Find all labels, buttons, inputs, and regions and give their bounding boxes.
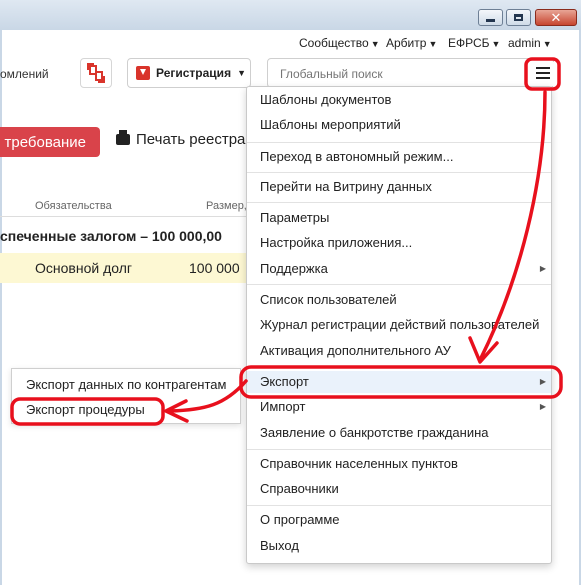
menu-item-label: Параметры: [260, 210, 330, 225]
column-header-obligation[interactable]: Обязательства: [35, 200, 112, 212]
efrsb-link-label: ЕФРСБ: [448, 36, 490, 50]
menu-item-offline-mode[interactable]: Переход в автономный режим...: [247, 146, 551, 168]
user-menu-link[interactable]: admin ▼: [508, 36, 552, 50]
print-registry-button[interactable]: Печать реестра: [116, 130, 246, 148]
maximize-icon: [514, 14, 523, 21]
search-input[interactable]: [278, 59, 522, 89]
menu-item-support[interactable]: Поддержка ▶: [247, 258, 551, 280]
menu-item-label: Список пользователей: [260, 292, 397, 307]
chevron-right-icon: ▶: [539, 264, 546, 273]
submenu-item-export-procedure[interactable]: Экспорт процедуры: [12, 399, 240, 421]
menu-item-document-templates[interactable]: Шаблоны документов: [247, 89, 551, 111]
menu-item-label: Перейти на Витрину данных: [260, 179, 432, 194]
demand-button-label: требование: [4, 133, 86, 151]
menu-item-label: Шаблоны документов: [260, 92, 392, 107]
menu-item-user-action-log[interactable]: Журнал регистрации действий пользователе…: [247, 314, 551, 336]
menu-item-user-list[interactable]: Список пользователей: [247, 289, 551, 311]
menu-item-label: Настройка приложения...: [260, 235, 413, 250]
notifications-tab-label[interactable]: омлений: [0, 67, 49, 81]
registration-button[interactable]: Регистрация ▼: [127, 58, 251, 88]
arbiter-link[interactable]: Арбитр ▼: [386, 36, 437, 50]
arbiter-link-label: Арбитр: [386, 36, 427, 50]
menu-item-export[interactable]: Экспорт ▶: [247, 371, 551, 393]
table-group-title: спеченные залогом – 100 000,00: [0, 228, 222, 244]
menu-divider: [247, 284, 551, 285]
hamburger-icon: [536, 67, 550, 69]
user-menu-label: admin: [508, 36, 541, 50]
window-titlebar: ✕: [0, 0, 581, 30]
export-submenu: Экспорт данных по контрагентам Экспорт п…: [11, 368, 241, 424]
chevron-down-icon: ▼: [237, 68, 246, 78]
community-link-label: Сообщество: [299, 36, 369, 50]
main-menu-dropdown: Шаблоны документов Шаблоны мероприятий П…: [246, 86, 552, 564]
menu-divider: [247, 172, 551, 173]
close-icon: ✕: [550, 10, 562, 25]
printer-icon: [116, 130, 130, 145]
menu-item-label: Экспорт: [260, 374, 309, 389]
menu-item-label: Активация дополнительного АУ: [260, 343, 451, 358]
cell-amount: 100 000: [189, 260, 240, 276]
demand-button[interactable]: требование: [0, 127, 100, 157]
menu-item-event-templates[interactable]: Шаблоны мероприятий: [247, 114, 551, 136]
menu-item-label: Справочник населенных пунктов: [260, 456, 458, 471]
menu-item-label: Заявление о банкротстве гражданина: [260, 425, 489, 440]
menu-item-app-settings[interactable]: Настройка приложения...: [247, 232, 551, 254]
menu-divider: [247, 449, 551, 450]
menu-item-label: Выход: [260, 538, 299, 553]
hamburger-icon-line: [536, 72, 550, 74]
chevron-down-icon: ▼: [428, 39, 438, 49]
menu-item-label: О программе: [260, 512, 340, 527]
global-search[interactable]: [267, 58, 554, 89]
cell-obligation: Основной долг: [35, 260, 132, 276]
menu-item-label: Переход в автономный режим...: [260, 149, 454, 164]
menu-item-directories[interactable]: Справочники: [247, 478, 551, 500]
minimize-icon: [486, 18, 495, 22]
registration-label: Регистрация: [156, 66, 232, 80]
community-link[interactable]: Сообщество ▼: [299, 36, 380, 50]
chevron-right-icon: ▶: [539, 377, 546, 386]
chevron-right-icon: ▶: [539, 402, 546, 411]
menu-item-about[interactable]: О программе: [247, 509, 551, 531]
print-button-label: Печать реестра: [136, 131, 246, 148]
main-menu-button[interactable]: [530, 62, 556, 86]
download-icon: [136, 66, 150, 80]
chevron-down-icon: ▼: [542, 39, 552, 49]
menu-item-label: Шаблоны мероприятий: [260, 117, 401, 132]
menu-item-import[interactable]: Импорт ▶: [247, 396, 551, 418]
table-header-divider: [0, 216, 248, 217]
menu-item-data-showcase[interactable]: Перейти на Витрину данных: [247, 176, 551, 198]
chevron-down-icon: ▼: [491, 39, 501, 49]
menu-item-exit[interactable]: Выход: [247, 535, 551, 557]
sync-button[interactable]: [80, 58, 112, 88]
close-button[interactable]: ✕: [535, 9, 577, 26]
submenu-item-label: Экспорт данных по контрагентам: [26, 377, 227, 392]
table-row[interactable]: Основной долг 100 000: [0, 253, 248, 283]
menu-item-settlements-directory[interactable]: Справочник населенных пунктов: [247, 453, 551, 475]
maximize-button[interactable]: [506, 9, 531, 26]
sync-icon: [87, 63, 105, 83]
hamburger-icon-line: [536, 77, 550, 79]
menu-item-parameters[interactable]: Параметры: [247, 207, 551, 229]
column-header-amount[interactable]: Размер,: [206, 200, 247, 212]
chevron-down-icon: ▼: [370, 39, 380, 49]
menu-divider: [247, 142, 551, 143]
menu-item-bankruptcy-application[interactable]: Заявление о банкротстве гражданина: [247, 422, 551, 444]
menu-item-label: Поддержка: [260, 261, 328, 276]
menu-item-label: Журнал регистрации действий пользователе…: [260, 317, 540, 332]
efrsb-link[interactable]: ЕФРСБ ▼: [448, 36, 500, 50]
submenu-item-label: Экспорт процедуры: [26, 402, 145, 417]
menu-item-label: Справочники: [260, 481, 339, 496]
menu-divider: [247, 202, 551, 203]
menu-item-label: Импорт: [260, 399, 306, 414]
menu-item-activate-au[interactable]: Активация дополнительного АУ: [247, 340, 551, 362]
submenu-item-export-counterparties[interactable]: Экспорт данных по контрагентам: [12, 374, 240, 396]
menu-divider: [247, 367, 551, 368]
minimize-button[interactable]: [478, 9, 503, 26]
menu-divider: [247, 505, 551, 506]
